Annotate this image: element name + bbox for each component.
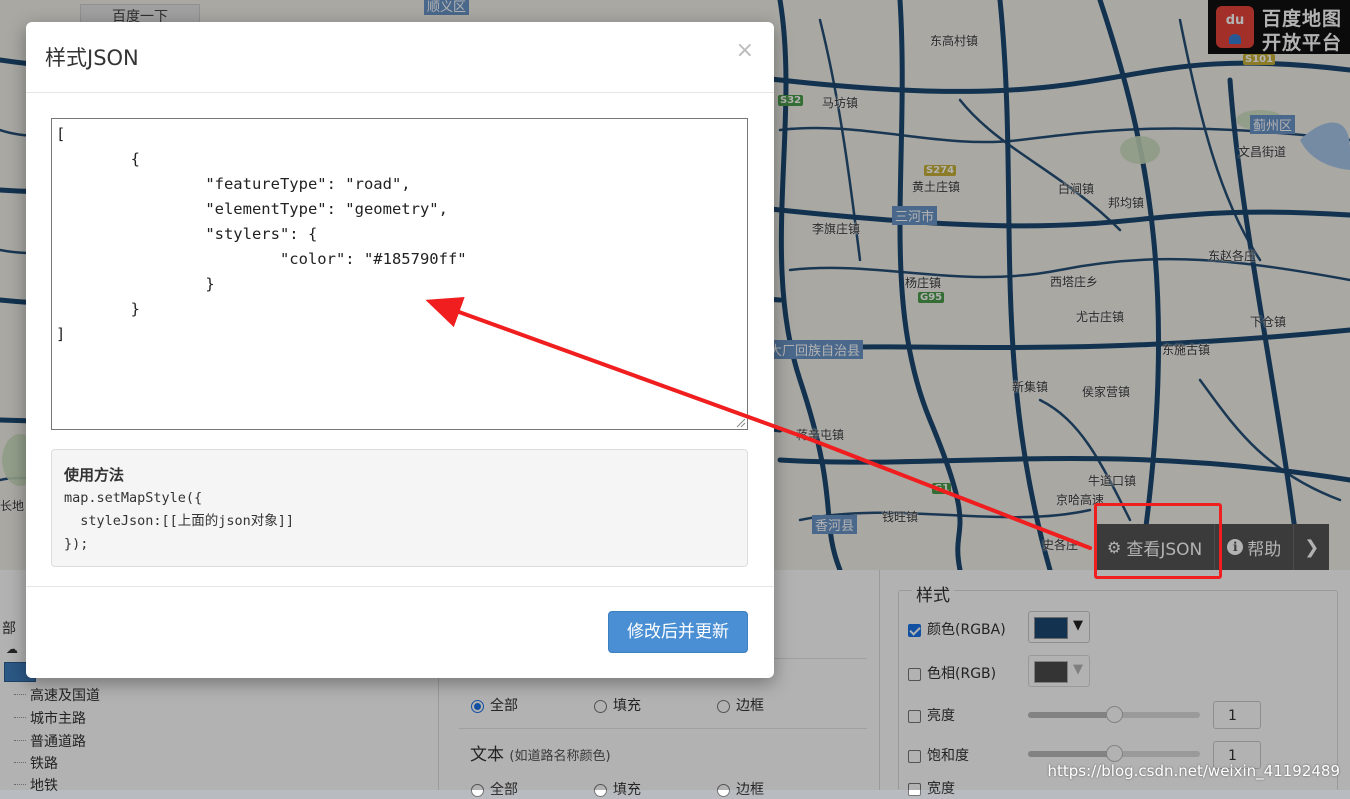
update-button[interactable]: 修改后并更新 [608, 611, 748, 653]
watermark-text: https://blog.csdn.net/weixin_41192489 [1047, 762, 1340, 780]
usage-instructions: 使用方法 map.setMapStyle({ styleJson:[[上面的js… [51, 449, 748, 567]
usage-code: map.setMapStyle({ styleJson:[[上面的json对象]… [64, 490, 295, 552]
style-json-textarea[interactable]: [ { "featureType": "road", "elementType"… [51, 118, 748, 430]
resize-handle-icon[interactable] [734, 416, 746, 428]
usage-title: 使用方法 [64, 466, 125, 484]
close-icon[interactable]: × [736, 38, 754, 63]
style-json-dialog: 样式JSON × [ { "featureType": "road", "ele… [26, 22, 774, 678]
highlight-annotation [1094, 503, 1222, 579]
dialog-title: 样式JSON [45, 46, 139, 70]
